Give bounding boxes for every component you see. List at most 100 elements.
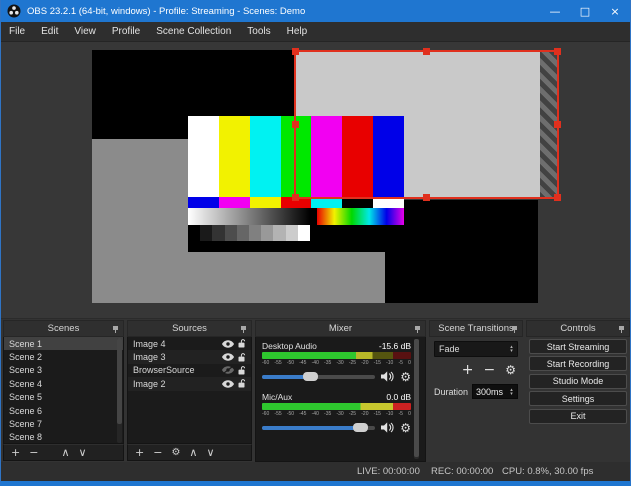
audio-level-meter xyxy=(262,352,411,359)
add-source-button[interactable]: + xyxy=(135,447,144,458)
selection-handle-middle-left[interactable] xyxy=(292,120,299,128)
maximize-button[interactable]: □ xyxy=(570,0,600,22)
move-scene-down-button[interactable]: ∨ xyxy=(79,447,87,458)
scene-transitions-panel: Scene Transitions Fade ▴ ▾ + − ⚙ Duration xyxy=(429,320,523,462)
source-list-item[interactable]: Image 2 xyxy=(128,377,251,391)
move-source-down-button[interactable]: ∨ xyxy=(206,447,214,458)
volume-slider-handle[interactable] xyxy=(352,422,368,432)
scene-list-item[interactable]: Scene 5 xyxy=(4,391,123,404)
selection-handle-top-left[interactable] xyxy=(292,48,299,55)
selection-handle-top-middle[interactable] xyxy=(422,48,430,55)
move-scene-up-button[interactable]: ∧ xyxy=(61,447,69,458)
mixer-header: Mixer xyxy=(255,320,426,337)
remove-scene-button[interactable]: − xyxy=(29,447,38,458)
visibility-eye-icon[interactable] xyxy=(222,339,234,348)
scene-list-item[interactable]: Scene 1 xyxy=(4,337,123,351)
channel-level-db: 0.0 dB xyxy=(386,391,411,402)
pin-icon[interactable] xyxy=(240,326,247,333)
duration-spinbox[interactable]: 300ms ▴ ▾ xyxy=(472,384,518,399)
scene-list-item[interactable]: Scene 3 xyxy=(4,364,123,377)
mixer-body: Desktop Audio -15.6 dB -60 -55 -50 -45 -40 -3… xyxy=(255,337,426,462)
studio-mode-button[interactable]: Studio Mode xyxy=(529,373,627,389)
transition-select[interactable]: Fade ▴ ▾ xyxy=(434,341,518,357)
channel-settings-gear-icon[interactable]: ⚙ xyxy=(400,422,411,434)
remove-source-button[interactable]: − xyxy=(153,447,162,458)
close-button[interactable]: × xyxy=(600,0,630,22)
sources-list: Image 4 Image 3 BrowserSource Image 2 xyxy=(127,337,252,444)
scene-list-item[interactable]: Scene 6 xyxy=(4,404,123,417)
selection-handle-bottom-left[interactable] xyxy=(292,194,299,201)
selection-handle-bottom-right[interactable] xyxy=(554,194,561,201)
add-scene-button[interactable]: + xyxy=(11,447,20,458)
live-time: LIVE: 00:00:00 xyxy=(357,466,420,477)
minimize-button[interactable]: — xyxy=(540,0,570,22)
lock-icon[interactable] xyxy=(238,339,246,348)
volume-slider-handle[interactable] xyxy=(302,371,318,381)
meter-scale: -60 -55 -50 -45 -40 -35 -30 -25 -20 -15 -10 -5 0 xyxy=(262,360,411,366)
source-rect-black-bottom-right[interactable] xyxy=(385,200,538,303)
sources-panel: Sources Image 4 Image 3 BrowserSource Im… xyxy=(127,320,252,462)
pin-icon[interactable] xyxy=(618,326,625,333)
source-properties-gear-icon[interactable]: ⚙ xyxy=(171,447,180,458)
status-bar: LIVE: 00:00:00 REC: 00:00:00 CPU: 0.8%, … xyxy=(1,462,630,481)
controls-title: Controls xyxy=(560,323,596,334)
visibility-eye-icon[interactable] xyxy=(222,380,234,388)
audio-level-meter xyxy=(262,403,411,410)
start-recording-button[interactable]: Start Recording xyxy=(529,356,627,372)
selection-handle-bottom-middle[interactable] xyxy=(422,194,430,201)
start-streaming-button[interactable]: Start Streaming xyxy=(529,339,627,354)
chevron-up-down-icon: ▴ ▾ xyxy=(510,344,513,354)
scene-list-item[interactable]: Scene 4 xyxy=(4,377,123,390)
source-list-item[interactable]: Image 4 xyxy=(128,337,251,350)
menu-scene-collection[interactable]: Scene Collection xyxy=(148,26,239,37)
mixer-channel-mic-aux: Mic/Aux 0.0 dB -60 -55 -50 -45 -40 -35 -30 -25-… xyxy=(262,391,411,435)
dock-area: Scenes Scene 1 Scene 2 Scene 3 Scene 4 S… xyxy=(1,318,630,462)
menu-help[interactable]: Help xyxy=(279,26,316,37)
channel-settings-gear-icon[interactable]: ⚙ xyxy=(400,371,411,383)
scenes-list: Scene 1 Scene 2 Scene 3 Scene 4 Scene 5 … xyxy=(3,337,124,444)
spinner-arrows-icon[interactable]: ▴ ▾ xyxy=(506,387,517,396)
mixer-panel: Mixer Desktop Audio -15.6 dB -60 -55 -50 -4… xyxy=(255,320,426,462)
controls-panel: Controls Start Streaming Start Recording… xyxy=(526,320,630,462)
speaker-icon[interactable] xyxy=(381,371,394,382)
visibility-eye-off-icon[interactable] xyxy=(222,366,234,375)
remove-transition-button[interactable]: − xyxy=(484,363,496,377)
mixer-scrollbar[interactable] xyxy=(414,339,419,459)
visibility-eye-icon[interactable] xyxy=(222,353,234,361)
speaker-icon[interactable] xyxy=(381,422,394,433)
source-list-item[interactable]: BrowserSource xyxy=(128,364,251,377)
selection-handle-middle-right[interactable] xyxy=(554,120,561,128)
selection-outline[interactable] xyxy=(292,48,561,201)
scene-list-item[interactable]: Scene 2 xyxy=(4,350,123,363)
menu-view[interactable]: View xyxy=(66,26,104,37)
duration-value: 300ms xyxy=(476,386,504,397)
mixer-channel-desktop-audio: Desktop Audio -15.6 dB -60 -55 -50 -45 -40 -3… xyxy=(262,340,411,384)
pin-icon[interactable] xyxy=(511,326,518,333)
pin-icon[interactable] xyxy=(414,326,421,333)
settings-button[interactable]: Settings xyxy=(529,391,627,407)
menu-bar: File Edit View Profile Scene Collection … xyxy=(1,22,630,42)
lock-icon[interactable] xyxy=(238,379,246,388)
pin-icon[interactable] xyxy=(112,326,119,333)
menu-edit[interactable]: Edit xyxy=(33,26,66,37)
scene-transitions-header: Scene Transitions xyxy=(429,320,523,337)
selection-handle-top-right[interactable] xyxy=(554,48,561,55)
lock-icon[interactable] xyxy=(238,366,246,375)
transition-properties-gear-icon[interactable]: ⚙ xyxy=(505,364,516,376)
volume-slider[interactable] xyxy=(262,422,376,432)
test-pattern-gradients xyxy=(188,208,404,225)
exit-button[interactable]: Exit xyxy=(529,408,627,424)
move-source-up-button[interactable]: ∧ xyxy=(189,447,197,458)
source-list-item[interactable]: Image 3 xyxy=(128,350,251,364)
transition-selected-value: Fade xyxy=(439,344,460,354)
scene-list-item[interactable]: Scene 8 xyxy=(4,431,123,443)
scene-transitions-title: Scene Transitions xyxy=(438,323,514,334)
menu-profile[interactable]: Profile xyxy=(104,26,148,37)
add-transition-button[interactable]: + xyxy=(462,363,474,377)
volume-slider[interactable] xyxy=(262,371,376,381)
lock-icon[interactable] xyxy=(238,352,246,362)
scene-list-item[interactable]: Scene 7 xyxy=(4,417,123,430)
scenes-scrollbar[interactable] xyxy=(117,338,122,443)
menu-tools[interactable]: Tools xyxy=(239,26,278,37)
menu-file[interactable]: File xyxy=(1,26,33,37)
